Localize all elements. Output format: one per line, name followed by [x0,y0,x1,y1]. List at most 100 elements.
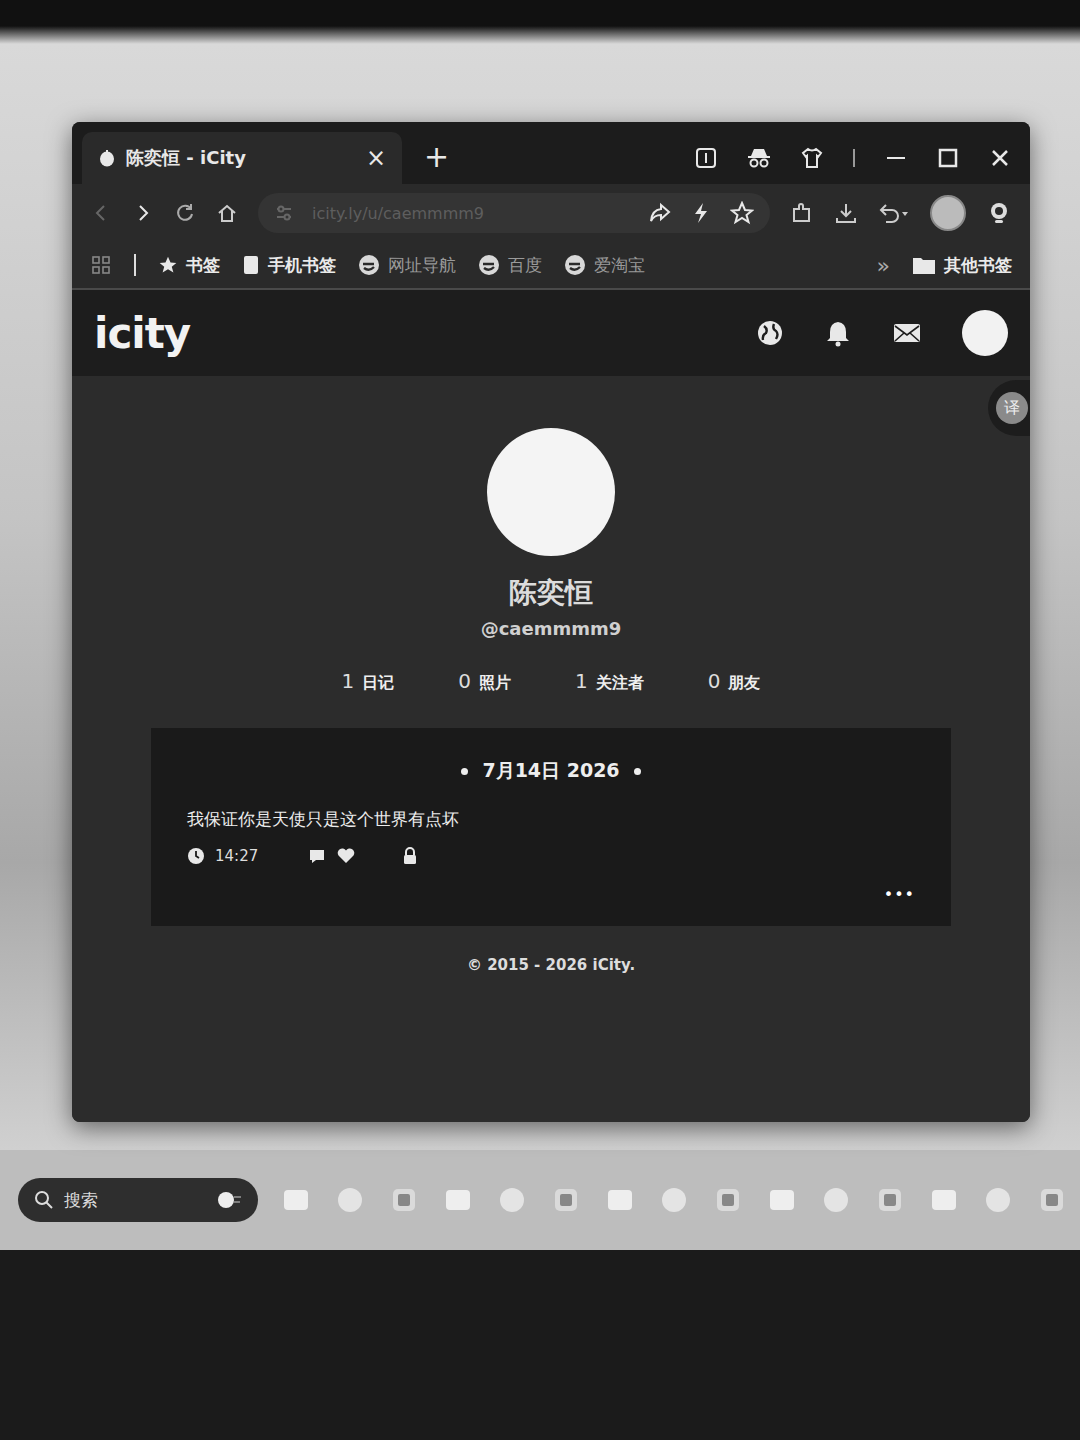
taskbar-app[interactable] [658,1184,690,1216]
minimize-icon[interactable] [884,146,908,170]
taskbar-app[interactable] [928,1184,960,1216]
incognito-icon[interactable] [746,146,772,170]
bookmark-label: 手机书签 [268,254,336,277]
taskbar-app[interactable] [604,1184,636,1216]
reload-icon[interactable] [174,202,196,224]
search-icon [34,1190,54,1210]
url-text[interactable]: icity.ly/u/caemmmm9 [312,204,630,223]
clock-icon [187,847,205,865]
app-icon [929,1185,959,1215]
taskbar-app[interactable] [874,1184,906,1216]
app-icon [659,1185,689,1215]
other-bookmarks[interactable]: 其他书签 [912,254,1012,277]
assistant-icon[interactable] [986,200,1012,226]
taskbar: 搜索 [0,1150,1080,1250]
taskbar-search[interactable]: 搜索 [18,1178,258,1222]
address-bar[interactable]: icity.ly/u/caemmmm9 [258,193,770,233]
bookmark-item[interactable]: 百度 [478,254,542,277]
user-avatar[interactable] [962,310,1008,356]
back-icon[interactable] [90,202,112,224]
browser-logo-icon [564,254,586,276]
app-icon [389,1185,419,1215]
bookmark-label: 网址导航 [388,254,456,277]
star-icon[interactable] [730,201,754,225]
skin-icon[interactable] [800,146,824,170]
taskbar-app[interactable] [442,1184,474,1216]
taskbar-app[interactable] [280,1184,312,1216]
apps-icon[interactable] [90,254,112,276]
tab-list-icon[interactable] [694,146,718,170]
bookmark-item[interactable]: 书签 [158,254,220,277]
flash-icon[interactable] [690,201,712,225]
app-icon [497,1185,527,1215]
taskbar-app[interactable] [982,1184,1014,1216]
taskbar-app[interactable] [820,1184,852,1216]
profile-avatar[interactable] [487,428,615,556]
taskbar-app[interactable] [334,1184,366,1216]
bookmark-item[interactable]: 网址导航 [358,254,456,277]
download-icon[interactable] [834,201,858,225]
profile-stats: 1 日记 0 照片 1 关注者 0 朋友 [342,669,761,694]
home-icon[interactable] [216,202,238,224]
comment-icon[interactable] [308,847,326,865]
stat-count: 1 [575,669,588,693]
stat-label: 关注者 [596,673,644,694]
bookmark-label: 其他书签 [944,254,1012,277]
site-logo[interactable]: icity [94,309,190,358]
bookmark-item[interactable]: 爱淘宝 [564,254,645,277]
diary-time: 14:27 [215,847,258,865]
stat-item[interactable]: 1 关注者 [575,669,644,694]
app-icon [713,1185,743,1215]
browser-profile-avatar[interactable] [930,195,966,231]
bell-icon[interactable] [824,319,852,347]
toolbar: icity.ly/u/caemmmm9 [72,184,1030,242]
taskbar-app[interactable] [388,1184,420,1216]
taskbar-app[interactable] [496,1184,528,1216]
heart-icon[interactable] [336,847,356,865]
bookmark-item[interactable]: 手机书签 [242,254,336,277]
browser-window: 陈奕恒 - iCity × + icity.ly/u/caemmmm9 书签 手… [72,122,1030,1122]
mail-icon[interactable] [892,320,922,346]
new-tab-button[interactable]: + [424,139,449,174]
screen: 陈奕恒 - iCity × + icity.ly/u/caemmmm9 书签 手… [0,0,1080,1440]
favicon-icon [98,149,116,167]
undo-icon[interactable] [878,201,910,225]
taskbar-app[interactable] [712,1184,744,1216]
stat-item[interactable]: 0 朋友 [708,669,761,694]
extensions-icon[interactable] [790,201,814,225]
more-button[interactable]: ••• [884,885,915,904]
translate-button[interactable]: 译 [988,380,1030,436]
globe-icon[interactable] [756,319,784,347]
diary-date: 7月14日 2026 [187,758,915,784]
taskbar-app[interactable] [550,1184,582,1216]
taskbar-app[interactable] [766,1184,798,1216]
app-icon [767,1185,797,1215]
stat-count: 0 [708,669,721,693]
footer-text: © 2015 - 2026 iCity. [467,956,635,974]
date-dot [634,768,641,775]
profile-handle: @caemmmm9 [481,618,622,639]
stat-item[interactable]: 0 照片 [458,669,511,694]
site-settings-icon[interactable] [274,203,294,223]
bookmark-label: 百度 [508,254,542,277]
app-icon [551,1185,581,1215]
maximize-icon[interactable] [936,146,960,170]
browser-logo-icon [358,254,380,276]
app-icon [605,1185,635,1215]
diary-card: 7月14日 2026 我保证你是天使只是这个世界有点坏 14:27 ••• [151,728,951,926]
browser-tab[interactable]: 陈奕恒 - iCity × [82,132,402,184]
web-page: icity 陈奕恒 @caemmmm9 1 日记0 照片1 关注者0 朋友 7月… [72,290,1030,1122]
date-text: 7月14日 2026 [482,758,619,784]
taskbar-app[interactable] [1036,1184,1068,1216]
app-icon [1037,1185,1067,1215]
share-icon[interactable] [648,201,672,225]
forward-icon[interactable] [132,202,154,224]
diary-text[interactable]: 我保证你是天使只是这个世界有点坏 [187,808,915,831]
stat-item[interactable]: 1 日记 [342,669,395,694]
more-bookmarks-button[interactable]: » [877,253,890,278]
close-icon[interactable] [988,146,1012,170]
site-header: icity [72,290,1030,376]
ball-icon [216,1189,242,1211]
stat-count: 1 [342,669,355,693]
tab-close-button[interactable]: × [366,144,386,172]
